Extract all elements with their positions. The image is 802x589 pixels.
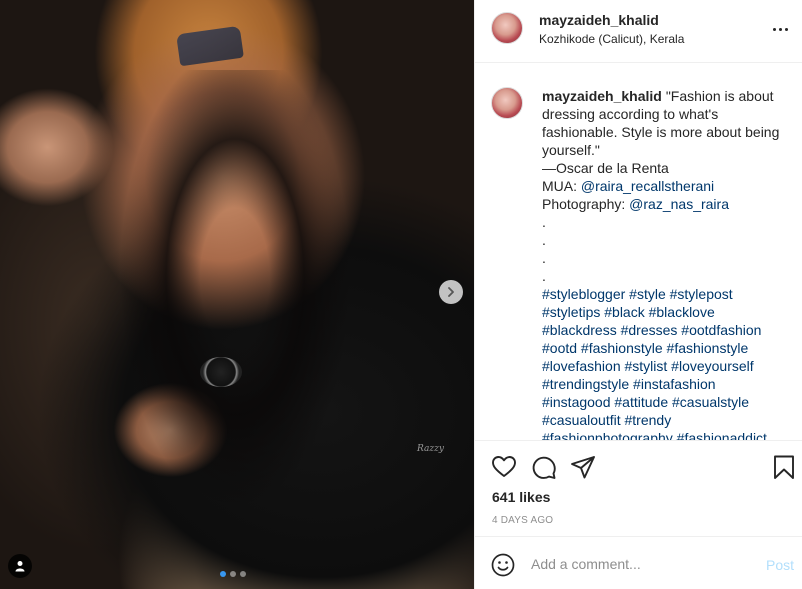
hashtag-line[interactable]: #blackdress #dresses #ootdfashion xyxy=(542,321,786,339)
like-button[interactable] xyxy=(491,454,517,480)
carousel-dot xyxy=(230,571,236,577)
post-location[interactable]: Kozhikode (Calicut), Kerala xyxy=(539,32,684,46)
carousel-dot xyxy=(240,571,246,577)
chevron-right-icon xyxy=(448,287,454,297)
ellipsis-icon xyxy=(772,27,776,31)
photo-shading xyxy=(120,70,350,530)
tagged-users-button[interactable] xyxy=(8,554,32,578)
caption-line: "Fashion is about xyxy=(665,88,774,104)
post-actions: 641 likes 4 DAYS AGO xyxy=(475,440,802,536)
smiley-icon xyxy=(491,553,515,577)
caption-text: mayzaideh_khalid "Fashion is about dressi… xyxy=(542,87,786,440)
avatar[interactable] xyxy=(491,12,523,44)
bookmark-icon xyxy=(774,455,794,479)
mua-handle-link[interactable]: @raira_recallstherani xyxy=(581,178,714,194)
caption-dot: . xyxy=(542,268,546,284)
caption-dot: . xyxy=(542,232,546,248)
carousel-indicator xyxy=(220,571,246,577)
caption-author: —Oscar de la Renta xyxy=(542,160,669,176)
comment-input[interactable] xyxy=(531,554,755,574)
hashtag-line[interactable]: #instagood #attitude #casualstyle xyxy=(542,393,786,411)
caption-line: yourself." xyxy=(542,142,600,158)
cap-logo xyxy=(176,25,244,67)
paper-plane-icon xyxy=(571,456,595,479)
caption-line: dressing according to what's xyxy=(542,106,719,122)
post-username[interactable]: mayzaideh_khalid xyxy=(539,12,659,28)
post-sidebar: mayzaideh_khalid Kozhikode (Calicut), Ke… xyxy=(474,0,802,589)
share-button[interactable] xyxy=(570,454,596,480)
post-header: mayzaideh_khalid Kozhikode (Calicut), Ke… xyxy=(475,0,802,63)
heart-icon xyxy=(492,456,516,477)
caption-avatar[interactable] xyxy=(491,87,523,119)
caption-username[interactable]: mayzaideh_khalid xyxy=(542,88,662,104)
save-button[interactable] xyxy=(771,454,797,480)
carousel-dot xyxy=(220,571,226,577)
add-comment-bar: Post xyxy=(475,536,802,589)
hashtag-line[interactable]: #trendingstyle #instafashion xyxy=(542,375,786,393)
emoji-button[interactable] xyxy=(491,553,515,577)
like-count[interactable]: 641 likes xyxy=(492,489,550,505)
hashtag-line[interactable]: #casualoutfit #trendy xyxy=(542,411,786,429)
comment-icon xyxy=(532,456,556,479)
hashtag-line[interactable]: #styleblogger #style #stylepost xyxy=(542,285,786,303)
photo-watermark: Razzy xyxy=(417,444,444,454)
hashtag-line[interactable]: #ootd #fashionstyle #fashionstyle xyxy=(542,339,786,357)
comment-button[interactable] xyxy=(531,454,557,480)
post-comment-button[interactable]: Post xyxy=(766,557,794,573)
hashtag-line[interactable]: #lovefashion #stylist #loveyourself xyxy=(542,357,786,375)
photography-label: Photography: xyxy=(542,196,630,212)
wristwatch xyxy=(200,357,242,387)
caption-line: fashionable. Style is more about being xyxy=(542,124,780,140)
next-photo-button[interactable] xyxy=(439,280,463,304)
post-photo[interactable]: Razzy xyxy=(0,0,474,589)
user-icon xyxy=(15,561,25,572)
more-options-button[interactable] xyxy=(769,18,791,40)
photographer-handle-link[interactable]: @raz_nas_raira xyxy=(629,196,729,212)
hashtag-line[interactable]: #styletips #black #blacklove xyxy=(542,303,786,321)
caption-dot: . xyxy=(542,250,546,266)
comments-panel[interactable]: mayzaideh_khalid "Fashion is about dressi… xyxy=(475,63,802,440)
post-timestamp[interactable]: 4 DAYS AGO xyxy=(492,515,553,526)
hashtag-line[interactable]: #fashionphotography #fashionaddict xyxy=(542,429,786,440)
mua-label: MUA: xyxy=(542,178,581,194)
caption-dot: . xyxy=(542,214,546,230)
